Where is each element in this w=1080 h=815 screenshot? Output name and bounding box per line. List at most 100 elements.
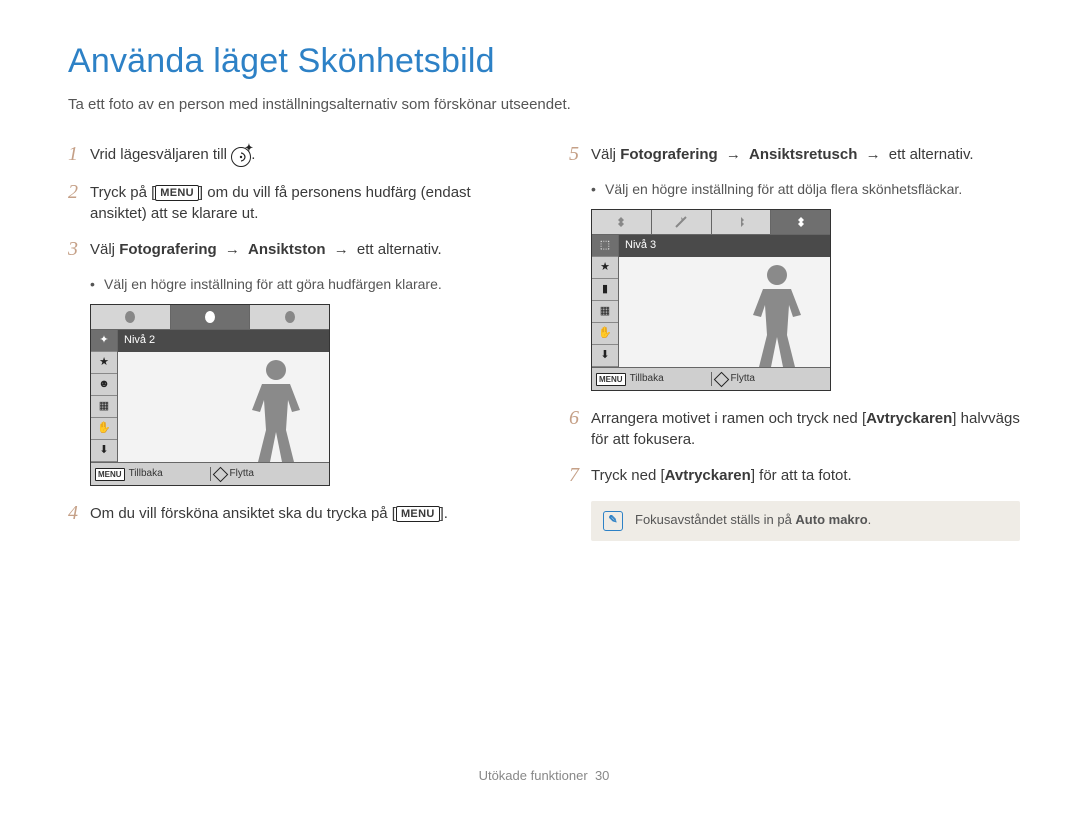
step-text-suffix: ] för att ta fotot. xyxy=(751,467,852,484)
note-post: . xyxy=(868,512,872,527)
cam-footer-move: Flytta xyxy=(711,372,831,386)
menu-icon: MENU xyxy=(596,373,626,386)
bullet-dot: • xyxy=(90,275,104,295)
intro-text: Ta ett foto av en person med inställning… xyxy=(68,94,1020,115)
step-number: 5 xyxy=(569,143,591,166)
step-number: 7 xyxy=(569,464,591,487)
bold-term: Avtryckaren xyxy=(866,410,952,427)
step-text: ett alternativ. xyxy=(889,146,974,163)
bold-term: Ansiktston xyxy=(248,241,326,258)
cam-sidebar-icon: ⬇ xyxy=(91,440,117,462)
cam-tab-active xyxy=(771,210,830,234)
step-number: 4 xyxy=(68,502,90,525)
cam-sidebar-icon: ✋ xyxy=(91,418,117,440)
footer-section: Utökade funktioner xyxy=(479,768,588,783)
cam-sidebar-icon: ▮ xyxy=(592,279,618,301)
cam-sidebar: ✦ ★ ☻ ▦ ✋ ⬇ xyxy=(91,330,118,462)
menu-icon: MENU xyxy=(95,468,125,481)
cam-sidebar-icon: ★ xyxy=(91,352,117,374)
cam-tab-active xyxy=(171,305,251,329)
camera-screenshot-right: ⬚ ★ ▮ ▦ ✋ ⬇ Nivå 3 xyxy=(591,209,831,391)
cam-sidebar-icon: ★ xyxy=(592,257,618,279)
bold-term: Avtryckaren xyxy=(665,467,751,484)
content-columns: 1 Vrid lägesväljaren till . 2 Tryck på [… xyxy=(68,143,1020,759)
page-root: Använda läget Skönhetsbild Ta ett foto a… xyxy=(0,0,1080,815)
cam-option-tabs xyxy=(91,305,329,330)
info-icon: ✎ xyxy=(603,511,623,531)
cam-back-label: Tillbaka xyxy=(630,372,664,386)
bullet-text: Välj en högre inställning för att göra h… xyxy=(104,275,442,295)
cam-sidebar-icon: ▦ xyxy=(592,301,618,323)
nav-diamond-icon xyxy=(713,371,729,387)
step-1: 1 Vrid lägesväljaren till . xyxy=(68,143,519,167)
step-text: Om du vill försköna ansiktet ska du tryc… xyxy=(90,505,396,522)
step-2: 2 Tryck på [MENU] om du vill få personen… xyxy=(68,181,519,224)
bullet-dot: • xyxy=(591,180,605,200)
arrow-icon: → xyxy=(722,146,745,163)
cam-tab xyxy=(652,210,712,234)
camera-screenshot-left: ✦ ★ ☻ ▦ ✋ ⬇ Nivå 2 xyxy=(90,304,330,486)
step-text: ett alternativ. xyxy=(357,241,442,258)
step-body: Arrangera motivet i ramen och tryck ned … xyxy=(591,407,1020,450)
cam-preview: Nivå 3 xyxy=(619,235,830,367)
cam-tab xyxy=(250,305,329,329)
cam-sidebar: ⬚ ★ ▮ ▦ ✋ ⬇ xyxy=(592,235,619,367)
cam-footer-back: MENU Tillbaka xyxy=(91,467,210,481)
step-6: 6 Arrangera motivet i ramen och tryck ne… xyxy=(569,407,1020,450)
cam-footer: MENU Tillbaka Flytta xyxy=(592,367,830,390)
step-5: 5 Välj Fotografering → Ansiktsretusch → … xyxy=(569,143,1020,166)
footer-page: 30 xyxy=(595,768,609,783)
step-number: 6 xyxy=(569,407,591,450)
cam-sidebar-icon: ⬇ xyxy=(592,345,618,367)
step-number: 2 xyxy=(68,181,90,224)
step-number: 1 xyxy=(68,143,90,167)
arrow-icon: → xyxy=(330,241,353,258)
cam-footer: MENU Tillbaka Flytta xyxy=(91,462,329,485)
cam-level-label: Nivå 3 xyxy=(619,235,830,257)
person-silhouette-icon xyxy=(237,354,315,462)
cam-sidebar-icon: ☻ xyxy=(91,374,117,396)
note-bold: Auto makro xyxy=(795,512,867,527)
arrow-icon: → xyxy=(221,241,244,258)
nav-diamond-icon xyxy=(212,466,228,482)
bold-term: Ansiktsretusch xyxy=(749,146,857,163)
step-body: Välj Fotografering → Ansiktsretusch → et… xyxy=(591,143,1020,166)
menu-chip: MENU xyxy=(155,185,199,201)
cam-body: ⬚ ★ ▮ ▦ ✋ ⬇ Nivå 3 xyxy=(592,235,830,367)
step-text-suffix: ]. xyxy=(440,505,448,522)
page-title: Använda läget Skönhetsbild xyxy=(68,38,1020,86)
cam-sidebar-icon: ⬚ xyxy=(592,235,618,257)
cam-sidebar-icon: ✋ xyxy=(592,323,618,345)
cam-tab xyxy=(91,305,171,329)
step-body: Välj Fotografering → Ansiktston → ett al… xyxy=(90,238,519,261)
cam-footer-back: MENU Tillbaka xyxy=(592,372,711,386)
cam-tab xyxy=(592,210,652,234)
step-3-bullet: • Välj en högre inställning för att göra… xyxy=(90,275,519,295)
note-pre: Fokusavståndet ställs in på xyxy=(635,512,795,527)
person-silhouette-icon xyxy=(738,259,816,367)
right-column: 5 Välj Fotografering → Ansiktsretusch → … xyxy=(569,143,1020,759)
step-body: Tryck ned [Avtryckaren] för att ta fotot… xyxy=(591,464,1020,487)
step-text: Tryck på [ xyxy=(90,184,155,201)
step-body: Vrid lägesväljaren till . xyxy=(90,143,519,167)
cam-back-label: Tillbaka xyxy=(129,467,163,481)
step-body: Tryck på [MENU] om du vill få personens … xyxy=(90,181,519,224)
cam-move-label: Flytta xyxy=(731,372,755,386)
step-4: 4 Om du vill försköna ansiktet ska du tr… xyxy=(68,502,519,525)
arrow-icon: → xyxy=(862,146,885,163)
step-7: 7 Tryck ned [Avtryckaren] för att ta fot… xyxy=(569,464,1020,487)
bullet-text: Välj en högre inställning för att dölja … xyxy=(605,180,962,200)
step-text: Välj xyxy=(591,146,620,163)
step-text: Arrangera motivet i ramen och tryck ned … xyxy=(591,410,866,427)
cam-body: ✦ ★ ☻ ▦ ✋ ⬇ Nivå 2 xyxy=(91,330,329,462)
bold-term: Fotografering xyxy=(119,241,217,258)
cam-sidebar-icon: ✦ xyxy=(91,330,117,352)
step-5-bullet: • Välj en högre inställning för att dölj… xyxy=(591,180,1020,200)
step-body: Om du vill försköna ansiktet ska du tryc… xyxy=(90,502,519,525)
step-text: Välj xyxy=(90,241,119,258)
page-footer: Utökade funktioner 30 xyxy=(68,759,1020,785)
cam-sidebar-icon: ▦ xyxy=(91,396,117,418)
menu-chip: MENU xyxy=(396,506,440,522)
cam-tab xyxy=(712,210,772,234)
note-text: Fokusavståndet ställs in på Auto makro. xyxy=(635,511,871,529)
